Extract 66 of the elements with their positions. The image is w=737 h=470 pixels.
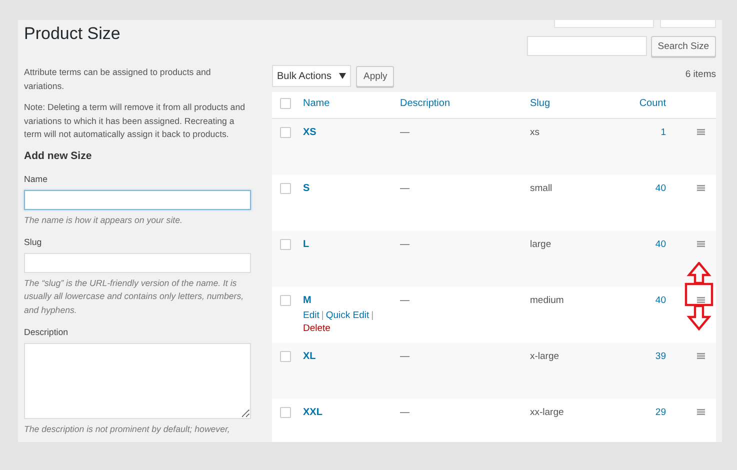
description-cell-text: — [400,183,410,196]
row-action-link[interactable]: Edit [303,309,320,322]
term-name-link[interactable]: L [303,239,400,250]
slug-cell-text: large [530,239,552,252]
drag-handle-icon[interactable] [697,297,705,303]
slug-cell-text: medium [530,295,565,308]
column-header[interactable]: Count [630,98,666,118]
slug-cell-text: xx-large [530,407,565,420]
count-link[interactable]: 40 [630,295,666,343]
row-checkbox[interactable] [280,295,291,306]
drag-handle-icon[interactable] [697,185,705,191]
description-cell-text: — [400,351,410,364]
note-text: Note: Deleting a term will remove it from all products and variations to which it has been assigned. Recreating a term will not automatically assign it back to products. [24,101,246,141]
separator: | [321,309,324,322]
field-hint: The “slug” is the URL-friendly version of the name. It is usually all lowercase and contains only letters, numbers, and hyphens. [24,276,245,317]
description-cell-text: — [400,127,410,140]
text-field[interactable] [24,190,251,210]
row-checkbox[interactable] [280,407,291,418]
count-link[interactable]: 1 [630,127,666,175]
slug-cell-text: small [530,183,554,196]
field-hint: The description is not prominent by default; however, [24,422,231,436]
form-heading: Add new Size [24,150,93,163]
items-count: 6 items [685,69,716,80]
drag-annotation-drawing [684,262,714,331]
description-cell-text: — [400,407,410,420]
field-label: Slug [24,236,43,249]
row-checkbox[interactable] [280,351,291,362]
drag-handle-icon[interactable] [697,129,705,135]
bulk-actions-select[interactable]: Bulk Actions [272,65,352,87]
select-all-checkbox[interactable] [280,98,291,109]
field-hint: The name is how it appears on your site. [24,214,184,227]
apply-button[interactable]: Apply [356,66,394,86]
description-cell-text: — [400,295,410,308]
field-label: Description [24,326,70,339]
row-action-link[interactable]: Quick Edit [326,309,370,322]
count-link[interactable]: 40 [630,183,666,231]
column-header[interactable]: Description [400,98,530,118]
delete-link[interactable]: Delete [303,322,330,335]
count-link[interactable]: 40 [630,239,666,287]
row-checkbox[interactable] [280,239,291,250]
term-name-link[interactable]: XS [303,127,400,138]
search-button[interactable]: Search Size [650,36,716,57]
page-title: Product Size [24,24,120,45]
term-name-link[interactable]: S [303,183,400,194]
row-checkbox[interactable] [280,183,291,194]
column-header[interactable]: Slug [530,98,630,118]
count-link[interactable]: 29 [630,407,666,442]
slug-cell-text: x-large [530,351,560,364]
term-name-link[interactable]: M [303,295,400,306]
field-label: Name [24,173,48,186]
caret-icon [339,73,346,79]
term-name-link[interactable]: XXL [303,407,400,418]
row-checkbox[interactable] [280,127,291,138]
drag-handle-icon[interactable] [697,241,705,247]
term-name-link[interactable]: XL [303,351,400,362]
description-textarea[interactable] [24,342,251,418]
drag-handle-icon[interactable] [697,409,705,415]
search-field[interactable] [526,36,647,56]
text-field[interactable] [24,252,251,272]
slug-cell-text: xs [530,127,540,140]
column-header[interactable]: Name [303,98,400,118]
drag-handle-icon[interactable] [697,353,705,359]
description-cell-text: — [400,239,410,252]
count-link[interactable]: 39 [630,351,666,399]
separator: | [371,309,374,322]
intro-text: Attribute terms can be assigned to products and variations. [24,66,212,92]
